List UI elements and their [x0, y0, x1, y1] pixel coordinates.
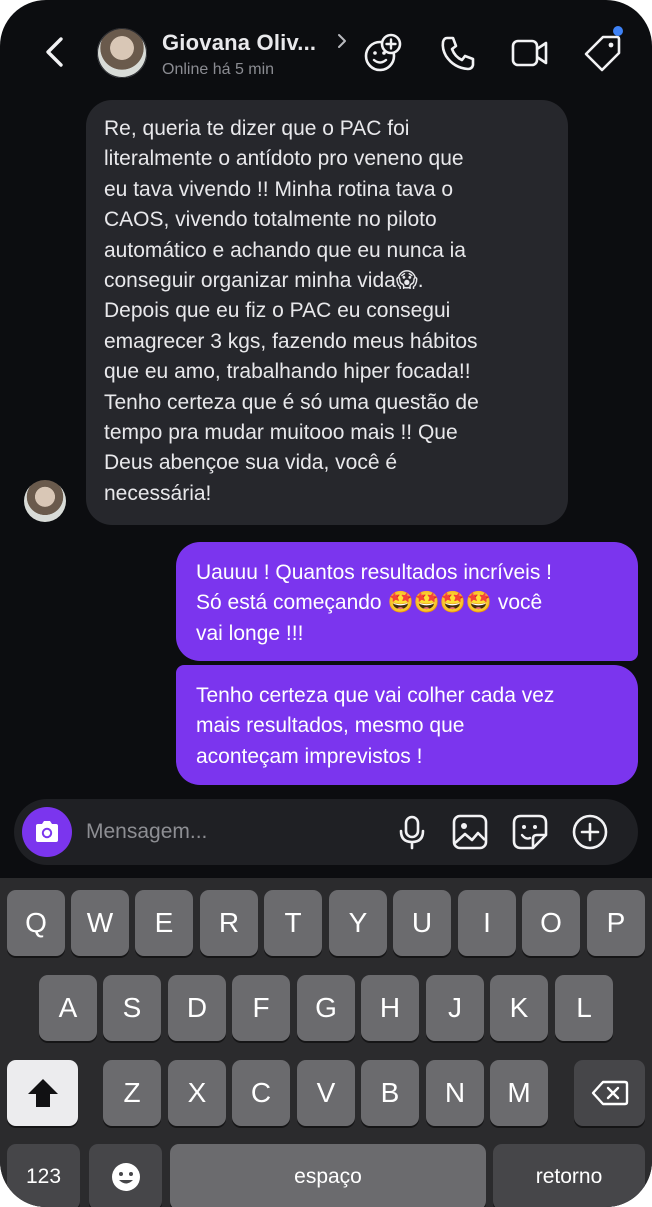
camera-icon	[36, 821, 58, 842]
key-h[interactable]: H	[361, 975, 419, 1041]
key-m[interactable]: M	[490, 1060, 548, 1126]
space-key[interactable]: espaço	[170, 1144, 486, 1207]
emoji-key[interactable]	[89, 1144, 162, 1207]
chat-header: Giovana Oliv... Online há 5 min	[0, 0, 652, 98]
shift-icon	[28, 1079, 58, 1107]
shift-key[interactable]	[7, 1060, 78, 1126]
phone-icon[interactable]	[437, 32, 479, 74]
key-g[interactable]: G	[297, 975, 355, 1041]
chevron-right-icon[interactable]	[333, 30, 351, 52]
outgoing-message[interactable]: Tenho certeza que vai colher cada vez ma…	[176, 665, 638, 785]
key-j[interactable]: J	[426, 975, 484, 1041]
key-x[interactable]: X	[168, 1060, 226, 1126]
key-f[interactable]: F	[232, 975, 290, 1041]
backspace-icon	[591, 1080, 629, 1106]
key-c[interactable]: C	[232, 1060, 290, 1126]
incoming-message[interactable]: Re, queria te dizer que o PAC foi litera…	[86, 100, 568, 526]
keyboard: Q W E R T Y U I O P A S D F G H J K L Z …	[0, 878, 652, 1207]
contact-status: Online há 5 min	[162, 61, 275, 78]
key-i[interactable]: I	[458, 890, 516, 956]
effects-icon[interactable]	[362, 32, 404, 74]
key-p[interactable]: P	[587, 890, 645, 956]
key-d[interactable]: D	[168, 975, 226, 1041]
plus-icon[interactable]	[571, 813, 609, 851]
key-k[interactable]: K	[490, 975, 548, 1041]
key-a[interactable]: A	[39, 975, 97, 1041]
key-w[interactable]: W	[71, 890, 129, 956]
gallery-icon[interactable]	[451, 813, 489, 851]
key-z[interactable]: Z	[103, 1060, 161, 1126]
key-v[interactable]: V	[297, 1060, 355, 1126]
numbers-key[interactable]: 123	[7, 1144, 80, 1207]
key-t[interactable]: T	[264, 890, 322, 956]
camera-button[interactable]	[22, 807, 72, 857]
delete-key[interactable]	[574, 1060, 645, 1126]
message-composer: Mensagem...	[14, 799, 638, 865]
notification-dot	[613, 26, 623, 36]
key-n[interactable]: N	[426, 1060, 484, 1126]
message-input[interactable]: Mensagem...	[86, 820, 207, 844]
outgoing-message[interactable]: Uauuu ! Quantos resultados incríveis ! S…	[176, 542, 638, 661]
sticker-icon[interactable]	[511, 813, 549, 851]
key-b[interactable]: B	[361, 1060, 419, 1126]
key-s[interactable]: S	[103, 975, 161, 1041]
key-e[interactable]: E	[135, 890, 193, 956]
key-l[interactable]: L	[555, 975, 613, 1041]
key-o[interactable]: O	[522, 890, 580, 956]
microphone-icon[interactable]	[393, 813, 431, 851]
key-y[interactable]: Y	[329, 890, 387, 956]
video-icon[interactable]	[509, 32, 551, 74]
tag-icon[interactable]	[582, 32, 624, 74]
key-q[interactable]: Q	[7, 890, 65, 956]
return-key[interactable]: retorno	[493, 1144, 645, 1207]
emoji-icon	[112, 1163, 140, 1191]
back-icon[interactable]	[36, 32, 76, 72]
contact-avatar[interactable]	[97, 28, 147, 78]
sender-avatar[interactable]	[24, 480, 66, 522]
phone-screen: Giovana Oliv... Online há 5 min Re, quer…	[0, 0, 652, 1207]
key-r[interactable]: R	[200, 890, 258, 956]
contact-name[interactable]: Giovana Oliv...	[162, 30, 316, 56]
key-u[interactable]: U	[393, 890, 451, 956]
